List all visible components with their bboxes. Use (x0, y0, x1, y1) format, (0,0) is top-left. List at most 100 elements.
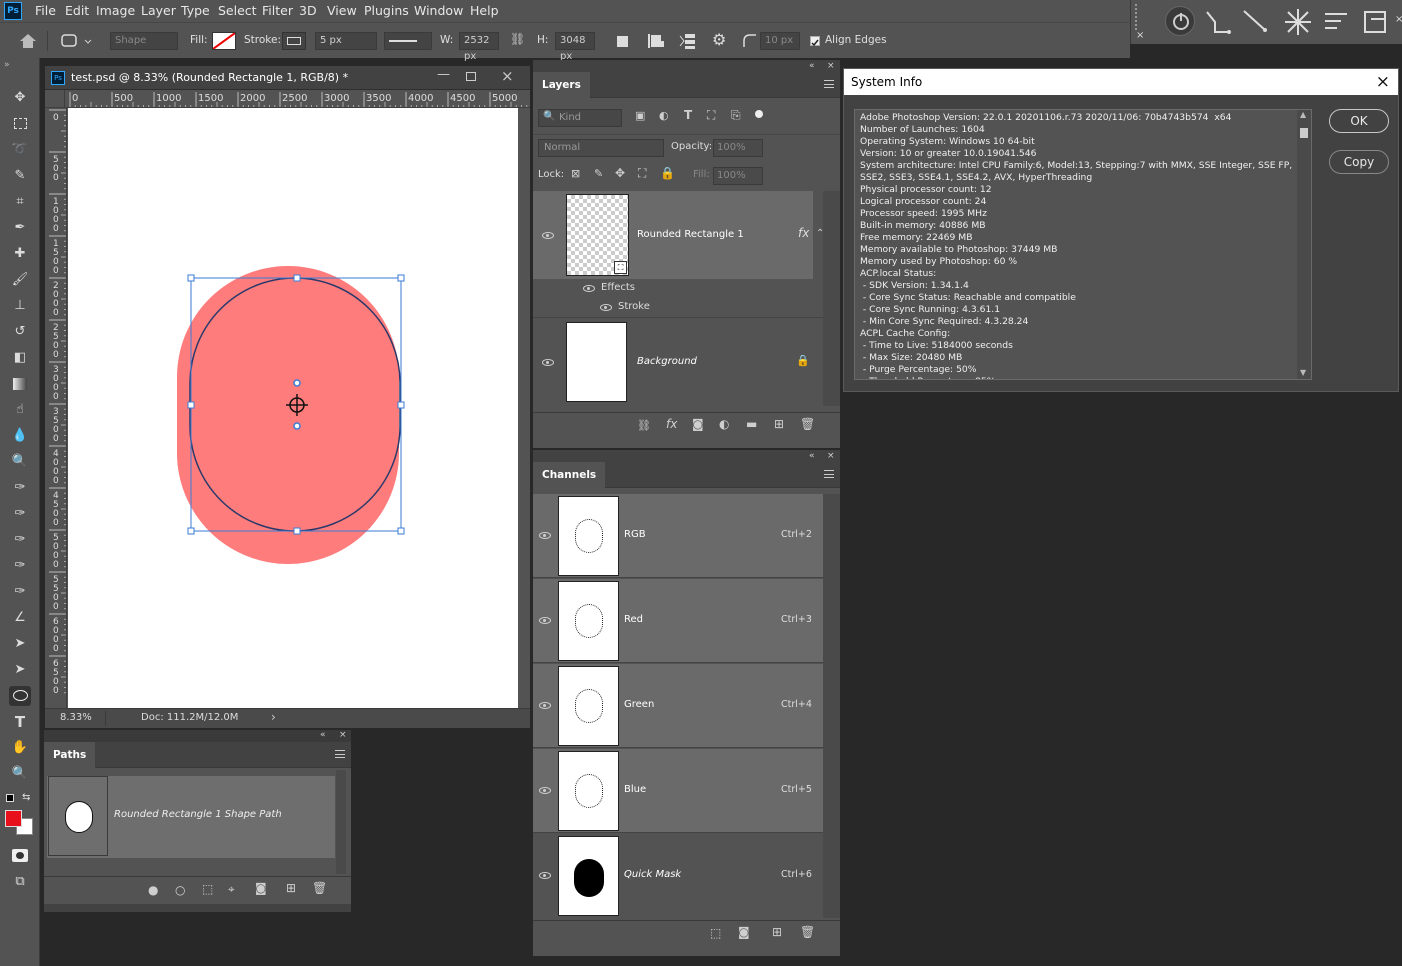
document-tab[interactable]: Ps test.psd @ 8.33% (Rounded Rectangle 1… (45, 66, 530, 90)
line-tool-icon[interactable] (1241, 8, 1271, 36)
save-selection-icon[interactable]: ◙ (738, 925, 750, 939)
adjustment-layer-icon[interactable]: ◐ (719, 417, 729, 431)
channel-name[interactable]: RGB (624, 529, 646, 540)
channel-name[interactable]: Green (624, 699, 654, 710)
move-tool-icon[interactable]: ✥ (9, 88, 31, 108)
stroke-swatch[interactable] (282, 32, 306, 50)
pen-tool-icon[interactable]: ✑ (9, 478, 31, 498)
panel-menu-icon[interactable] (824, 80, 834, 88)
radius-handle-bottom[interactable] (293, 422, 301, 430)
minimize-button[interactable]: — (437, 67, 450, 82)
lock-all-icon[interactable]: 🔒 (660, 166, 675, 180)
visibility-eye-icon[interactable] (539, 702, 551, 709)
add-mask-icon[interactable]: ◙ (255, 881, 267, 895)
channel-name[interactable]: Red (624, 614, 643, 625)
stroke-effect-label[interactable]: Stroke (618, 301, 650, 312)
convert-point-tool-icon[interactable]: ∠ (9, 608, 31, 628)
stroke-path-icon[interactable]: ○ (175, 883, 185, 897)
status-menu-arrow-icon[interactable]: › (271, 710, 276, 724)
menu-image[interactable]: Image (96, 3, 135, 18)
chevron-down-icon[interactable]: ▼ (1300, 368, 1306, 377)
path-tool-icon[interactable] (1203, 8, 1233, 36)
tool-mode-select[interactable]: Shape (110, 32, 178, 50)
close-icon[interactable]: × (1136, 30, 1144, 41)
scrollbar-thumb[interactable] (1300, 128, 1308, 138)
visibility-eye-icon[interactable] (542, 359, 554, 366)
system-info-text-area[interactable]: Adobe Photoshop Version: 22.0.1 20201106… (854, 109, 1312, 380)
scrollbar[interactable] (336, 770, 346, 874)
maximize-button[interactable] (466, 72, 476, 81)
link-icon[interactable]: ⛓ (510, 32, 525, 46)
rounded-rectangle-shape-fill[interactable] (177, 266, 399, 564)
add-anchor-tool-icon[interactable]: ✑ (9, 556, 31, 576)
collapse-icon[interactable]: « (809, 61, 815, 71)
channel-row-blue[interactable]: Blue Ctrl+5 (533, 749, 823, 833)
clone-stamp-tool-icon[interactable]: ⊥ (9, 296, 31, 316)
visibility-eye-icon[interactable] (600, 304, 612, 311)
menu-plugins[interactable]: Plugins (364, 3, 409, 18)
artwork[interactable] (68, 108, 518, 708)
path-selection-tool-icon[interactable]: ➤ (9, 634, 31, 654)
close-icon[interactable]: × (339, 730, 347, 740)
eraser-tool-icon[interactable]: ◧ (9, 348, 31, 368)
delete-anchor-tool-icon[interactable]: ✑ (9, 582, 31, 602)
collapse-icon[interactable]: « (320, 730, 326, 740)
marquee-tool-icon[interactable] (9, 114, 31, 134)
menu-type[interactable]: Type (181, 3, 210, 18)
brush-tool-icon[interactable]: 🖌 (9, 270, 31, 290)
lock-pixels-icon[interactable]: ✎ (594, 167, 603, 180)
panel-menu-icon[interactable] (824, 470, 834, 478)
path-operations-icon[interactable] (617, 36, 628, 47)
channel-row-quick-mask[interactable]: Quick Mask Ctrl+6 (533, 834, 823, 918)
home-icon[interactable] (18, 32, 38, 50)
foreground-color-swatch[interactable] (5, 810, 22, 827)
collapse-icon[interactable]: « (809, 451, 815, 461)
close-icon[interactable]: × (1395, 14, 1402, 25)
filter-shape-icon[interactable]: ⛶ (707, 108, 715, 123)
visibility-eye-icon[interactable] (539, 532, 551, 539)
zoom-tool-icon[interactable]: 🔍 (9, 764, 31, 784)
gradient-tool-icon[interactable] (9, 374, 31, 394)
smudge-tool-icon[interactable]: ☝ (9, 400, 31, 420)
fill-input[interactable]: 100% (713, 167, 763, 185)
filter-adjustment-icon[interactable]: ◐ (659, 109, 669, 122)
scrollbar[interactable] (823, 494, 840, 918)
curvature-pen-tool-icon[interactable]: ✑ (9, 530, 31, 550)
swap-colors-icon[interactable]: ⇆ (22, 792, 30, 803)
canvas[interactable] (68, 108, 518, 708)
channel-name[interactable]: Quick Mask (624, 869, 681, 880)
scrollbar[interactable]: ▲ ▼ (1297, 110, 1311, 379)
history-brush-tool-icon[interactable]: ↺ (9, 322, 31, 342)
type-tool-icon[interactable]: T (9, 712, 31, 732)
channel-name[interactable]: Blue (624, 784, 646, 795)
chevron-up-icon[interactable]: ▲ (1300, 110, 1306, 119)
fill-swatch[interactable] (212, 32, 236, 50)
menu-help[interactable]: Help (470, 3, 499, 18)
new-layer-icon[interactable]: ⊞ (774, 417, 784, 431)
menu-layer[interactable]: Layer (141, 3, 176, 18)
shape-tool-preset-icon[interactable] (60, 33, 94, 49)
delete-icon[interactable]: 🗑 (800, 925, 815, 939)
power-button[interactable] (1165, 6, 1195, 36)
filter-pixel-icon[interactable]: ▣ (635, 109, 645, 122)
visibility-eye-icon[interactable] (583, 285, 595, 292)
menu-filter[interactable]: Filter (262, 3, 293, 18)
menu-3d[interactable]: 3D (299, 3, 317, 18)
visibility-eye-icon[interactable] (542, 232, 554, 239)
lock-position-icon[interactable]: ✥ (615, 166, 625, 180)
ellipse-tool-icon[interactable] (9, 686, 31, 706)
close-icon[interactable]: × (1376, 69, 1390, 95)
healing-brush-tool-icon[interactable]: ✚ (9, 244, 31, 264)
channel-row-green[interactable]: Green Ctrl+4 (533, 664, 823, 748)
crop-tool-icon[interactable]: ⌗ (9, 192, 31, 212)
lasso-tool-icon[interactable]: ➰ (9, 140, 31, 160)
screen-mode-icon[interactable]: ⧉ (9, 872, 31, 892)
make-work-path-icon[interactable]: ⌖ (228, 882, 235, 897)
direct-selection-tool-icon[interactable]: ➤ (9, 660, 31, 680)
ok-button[interactable]: OK (1329, 109, 1389, 133)
filter-smart-object-icon[interactable]: ⎘ (731, 108, 741, 123)
close-button[interactable]: × (501, 67, 514, 85)
layer-name[interactable]: Rounded Rectangle 1 (637, 229, 744, 240)
fill-path-icon[interactable]: ● (148, 883, 158, 897)
align-edges-checkbox[interactable] (810, 36, 820, 47)
